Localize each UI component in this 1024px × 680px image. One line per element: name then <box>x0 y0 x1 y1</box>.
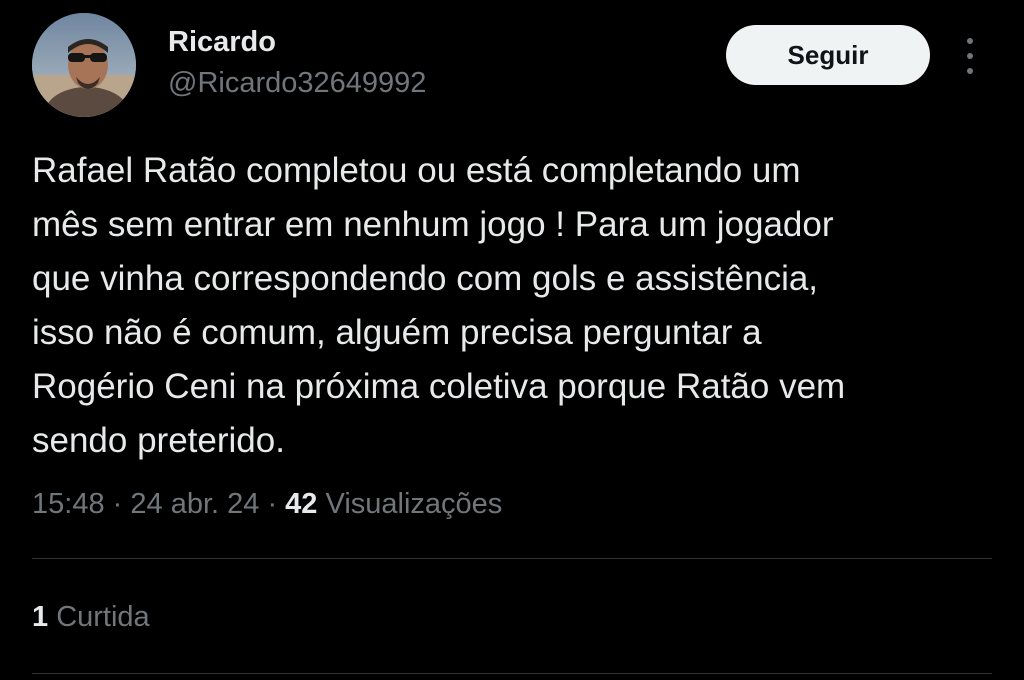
views-count[interactable]: 42 <box>285 488 317 520</box>
tweet-text: Rafael Ratão completou ou está completan… <box>32 144 992 468</box>
more-dot <box>967 53 973 59</box>
meta-separator: · <box>112 488 123 520</box>
likes-label: Curtida <box>56 601 150 633</box>
likes-count: 1 <box>32 601 49 633</box>
more-dot <box>967 68 973 74</box>
more-vertical-icon[interactable] <box>958 38 982 74</box>
tweet-text-line: mês sem entrar em nenhum jogo ! Para um … <box>32 205 834 244</box>
follow-button[interactable]: Seguir <box>726 25 930 85</box>
divider <box>32 673 992 674</box>
tweet-text-line: isso não é comum, alguém precisa pergunt… <box>32 313 762 352</box>
tweet-meta: 15:48 · 24 abr. 24 · 42 Visualizações <box>32 488 502 521</box>
tweet-header: Ricardo @Ricardo32649992 Seguir <box>0 0 1024 130</box>
likes-link[interactable]: 1 Curtida <box>32 601 150 634</box>
tweet-text-line: Rogério Ceni na próxima coletiva porque … <box>32 367 846 406</box>
author-handle[interactable]: @Ricardo32649992 <box>168 67 426 100</box>
tweet-date[interactable]: 24 abr. 24 <box>130 488 259 520</box>
meta-separator: · <box>267 488 278 520</box>
more-dot <box>967 38 973 44</box>
tweet-time[interactable]: 15:48 <box>32 488 105 520</box>
tweet-text-line: Rafael Ratão completou ou está completan… <box>32 151 801 190</box>
divider <box>32 558 992 559</box>
author-name[interactable]: Ricardo <box>168 26 276 59</box>
avatar[interactable] <box>32 13 136 117</box>
avatar-photo-icon <box>32 13 136 117</box>
tweet-text-line: que vinha correspondendo com gols e assi… <box>32 259 819 298</box>
views-label[interactable]: Visualizações <box>326 488 503 520</box>
tweet-text-line: sendo preterido. <box>32 421 285 460</box>
